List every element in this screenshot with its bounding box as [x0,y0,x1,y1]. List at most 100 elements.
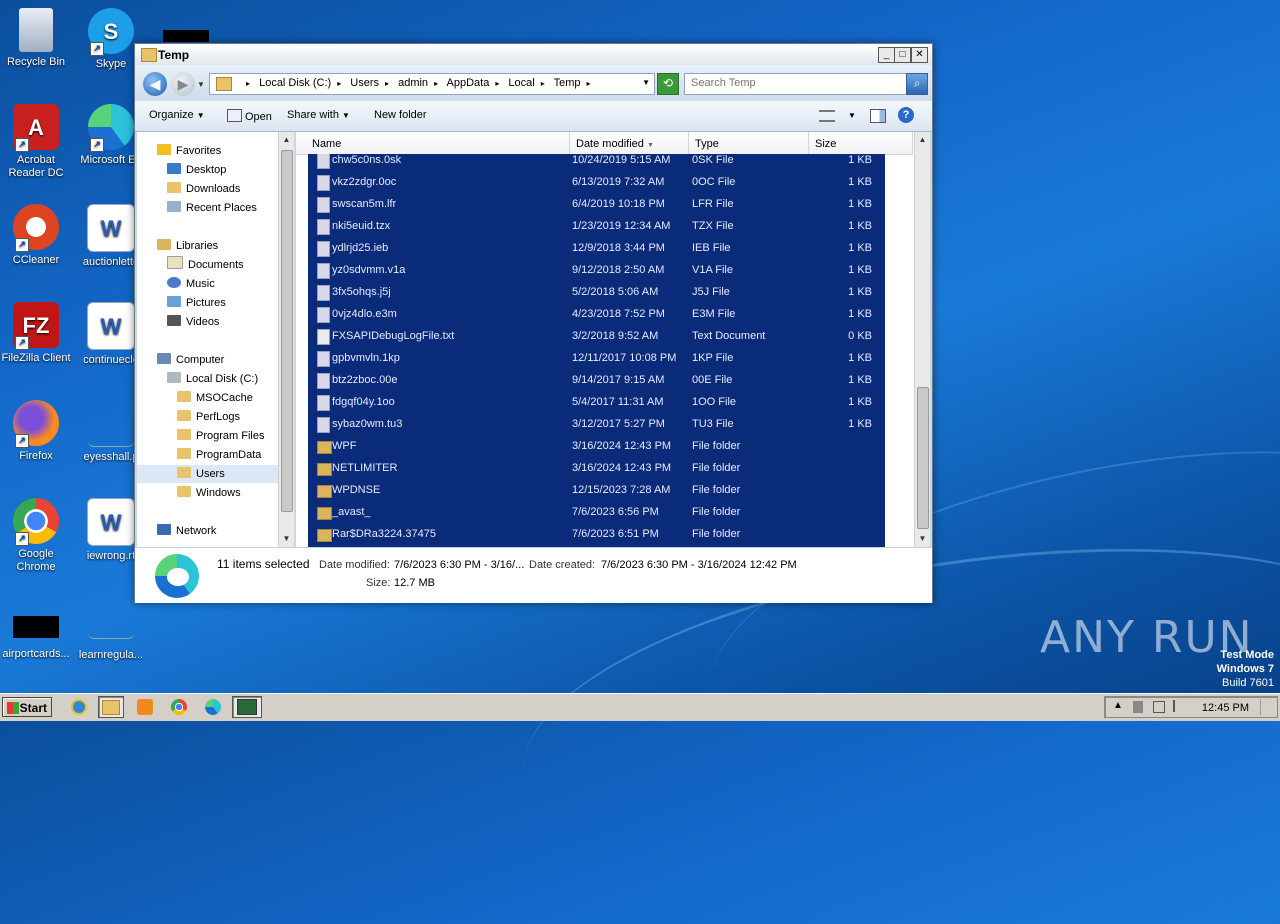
nav-computer[interactable]: Computer [157,351,224,369]
file-row[interactable]: vkz2zdgr.0oc 6/13/2019 7:32 AM 0OC File 1 K… [308,171,885,193]
file-row[interactable]: nki5euid.tzx 1/23/2019 12:34 AM TZX File 1 … [308,215,885,237]
share-with-button[interactable]: Share with ▼ [287,109,350,121]
organize-button[interactable]: Organize ▼ [149,109,205,121]
desktop-icon-acrobat[interactable]: A ↗ Acrobat Reader DC [0,104,74,180]
file-row[interactable]: chw5c0ns.0sk 10/24/2019 5:15 AM 0SK File 1 … [308,154,885,171]
preview-pane-icon[interactable] [870,109,886,123]
column-date-modified[interactable]: Date modified ▼ [570,132,689,154]
file-row[interactable]: ydlrjd25.ieb 12/9/2018 3:44 PM IEB File 1 K… [308,237,885,259]
breadcrumb-item[interactable]: Temp [554,77,581,89]
file-row[interactable]: 3fx5ohqs.j5j 5/2/2018 5:06 AM J5J File 1 KB [308,281,885,303]
scroll-thumb[interactable] [917,387,929,529]
volume-icon[interactable] [1133,701,1143,713]
view-dropdown-icon[interactable]: ▼ [848,111,856,120]
file-list-scrollbar[interactable]: ▲ ▼ [914,132,930,547]
taskbar-explorer-button[interactable] [98,696,124,718]
file-row[interactable]: Rar$DRa3224.37475 7/6/2023 6:51 PM File fo… [308,523,885,545]
column-size[interactable]: Size [809,132,913,154]
breadcrumb-item[interactable]: admin [398,77,428,89]
start-button[interactable]: Start [2,697,52,717]
nav-msocache[interactable]: MSOCache [177,389,253,407]
nav-perflogs[interactable]: PerfLogs [177,408,240,426]
desktop-icon-chrome[interactable]: ↗ Google Chrome [0,498,74,574]
flag-icon[interactable] [1173,700,1185,712]
desktop-icon-airportcards[interactable]: airportcards... [0,616,74,661]
nav-documents[interactable]: Documents [167,256,244,274]
desktop-icon-learnregula[interactable]: learnregula... [73,616,149,662]
file-row[interactable]: 0vjz4dlo.e3m 4/23/2018 7:52 PM E3M File 1 K… [308,303,885,325]
clock[interactable]: 12:45 PM [1202,702,1249,714]
nav-network[interactable]: Network [157,522,216,540]
taskbar-media-player-button[interactable] [132,696,158,718]
navigation-scrollbar[interactable]: ▲ ▼ [278,132,294,547]
breadcrumb-item[interactable]: Local Disk (C:) [259,77,331,89]
scroll-up-arrow[interactable]: ▲ [279,132,294,148]
scroll-down-arrow[interactable]: ▼ [279,531,294,547]
nav-libraries[interactable]: Libraries [157,237,218,255]
scroll-thumb[interactable] [281,150,293,512]
file-icon [317,351,330,367]
taskbar-app-button[interactable] [232,696,262,718]
desktop-icon-firefox[interactable]: ↗ Firefox [0,400,74,463]
breadcrumb-item[interactable]: AppData [447,77,490,89]
refresh-button[interactable]: ⟲ [657,73,679,95]
taskbar-chrome-button[interactable] [166,696,192,718]
view-options-icon[interactable] [819,110,835,122]
back-button[interactable]: ◀ [143,72,167,96]
desktop-icon-ccleaner[interactable]: ↗ CCleaner [0,204,74,267]
nav-downloads[interactable]: Downloads [167,180,240,198]
folder-icon [317,507,332,520]
nav-desktop[interactable]: Desktop [167,161,226,179]
breadcrumb-item[interactable]: Local [508,77,534,89]
recent-pages-dropdown[interactable]: ▼ [197,80,205,89]
file-row[interactable]: sybaz0wm.tu3 3/12/2017 5:27 PM TU3 File 1 K… [308,413,885,435]
desktop-icon-filezilla[interactable]: FZ ↗ FileZilla Client [0,302,74,365]
title-bar[interactable]: Temp _ □ ✕ [135,44,932,65]
search-input[interactable] [685,74,887,92]
forward-button[interactable]: ▶ [171,72,195,96]
file-row[interactable]: fdgqf04y.1oo 5/4/2017 11:31 AM 1OO File 1 K… [308,391,885,413]
file-row[interactable]: NETLIMITER 3/16/2024 12:43 PM File folder [308,457,885,479]
file-row[interactable]: btz2zboc.00e 9/14/2017 9:15 AM 00E File 1 K… [308,369,885,391]
nav-music[interactable]: Music [167,275,215,293]
file-row[interactable]: gpbvmvln.1kp 12/11/2017 10:08 PM 1KP File 1… [308,347,885,369]
file-row[interactable]: yz0sdvmm.v1a 9/12/2018 2:50 AM V1A File 1 K… [308,259,885,281]
close-button[interactable]: ✕ [911,47,928,63]
share-with-label: Share with [287,109,339,121]
file-row[interactable]: FXSAPIDebugLogFile.txt 3/2/2018 9:52 AM Te… [308,325,885,347]
nav-recent-places[interactable]: Recent Places [167,199,257,217]
show-hidden-icons-icon[interactable]: ▲ [1113,700,1123,711]
address-box[interactable]: ▸ Local Disk (C:) ▸ Users ▸ admin ▸ AppData… [209,73,655,95]
file-row[interactable]: swscan5m.lfr 6/4/2019 10:18 PM LFR File 1 K… [308,193,885,215]
taskbar-edge-button[interactable] [200,696,226,718]
scroll-down-arrow[interactable]: ▼ [915,531,930,547]
nav-videos[interactable]: Videos [167,313,219,331]
nav-favorites[interactable]: Favorites [157,142,221,160]
search-box[interactable] [684,73,908,95]
desktop-icon-recycle-bin[interactable]: Recycle Bin [0,8,74,69]
file-row[interactable]: _avast_ 7/6/2023 6:56 PM File folder [308,501,885,523]
file-row[interactable]: WPDNSE 12/15/2023 7:28 AM File folder [308,479,885,501]
scroll-up-arrow[interactable]: ▲ [915,132,930,148]
open-button[interactable]: Open [227,109,272,123]
address-dropdown-icon[interactable]: ▼ [642,78,650,87]
network-icon[interactable] [1153,701,1165,713]
help-icon[interactable]: ? [898,107,914,123]
nav-program-files[interactable]: Program Files [177,427,264,445]
taskbar-ie-button[interactable] [66,696,92,718]
minimize-button[interactable]: _ [878,47,895,63]
desktop-icon-label: CCleaner [12,254,60,266]
nav-windows[interactable]: Windows [177,484,241,502]
nav-local-disk[interactable]: Local Disk (C:) [167,370,258,388]
nav-programdata[interactable]: ProgramData [177,446,261,464]
new-folder-button[interactable]: New folder [374,109,427,121]
file-row[interactable]: WPF 3/16/2024 12:43 PM File folder [308,435,885,457]
breadcrumb-item[interactable]: Users [350,77,379,89]
nav-pictures[interactable]: Pictures [167,294,226,312]
search-icon[interactable]: ⌕ [906,73,928,95]
nav-users[interactable]: Users [137,465,278,483]
column-name[interactable]: Name [306,132,570,154]
maximize-button[interactable]: □ [894,47,911,63]
show-desktop-button[interactable] [1260,699,1275,715]
column-type[interactable]: Type [689,132,809,154]
